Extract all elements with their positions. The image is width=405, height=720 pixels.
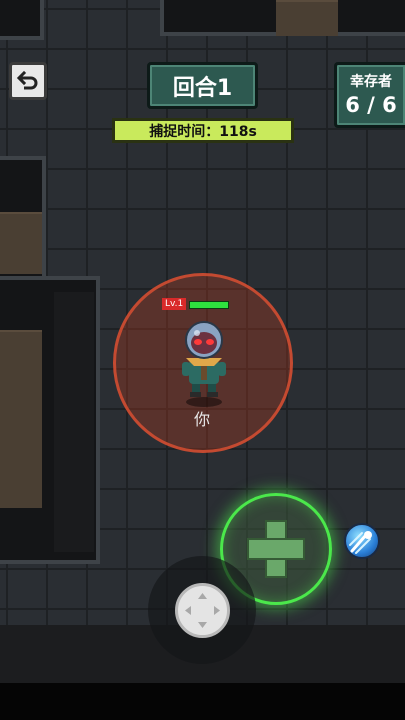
- floor-shadow: [54, 292, 94, 552]
- player-health-bar: [189, 301, 229, 309]
- comet-skill-icon: [349, 531, 372, 554]
- crate: [0, 330, 42, 508]
- player-name-label: 你: [193, 410, 210, 429]
- survivors-count: 6 / 6: [345, 93, 397, 117]
- back-arrow-icon: [16, 70, 38, 90]
- back-button[interactable]: [9, 62, 47, 100]
- skill-button[interactable]: [344, 523, 380, 559]
- round-label: 回合1: [172, 75, 233, 101]
- player-level-badge: Lv.1: [162, 298, 187, 310]
- dpad-arrows-icon: [185, 593, 220, 628]
- screen-bottom-bar: [0, 683, 405, 720]
- player-character: [182, 321, 226, 407]
- crate: [276, 0, 338, 36]
- round-indicator: 回合1: [147, 62, 258, 109]
- game-map: Lv.1 你 回合1 捕捉时间：118s 幸存者 6 / 6: [0, 0, 405, 720]
- crate: [0, 212, 42, 274]
- joystick-knob[interactable]: [175, 583, 230, 638]
- capture-timer-text: 捕捉时间：118s: [149, 123, 257, 140]
- capture-timer-bar: 捕捉时间：118s: [112, 118, 294, 143]
- survivors-label: 幸存者: [350, 74, 392, 90]
- survivors-panel: 幸存者 6 / 6: [334, 62, 405, 128]
- wall-top-left: [0, 0, 44, 40]
